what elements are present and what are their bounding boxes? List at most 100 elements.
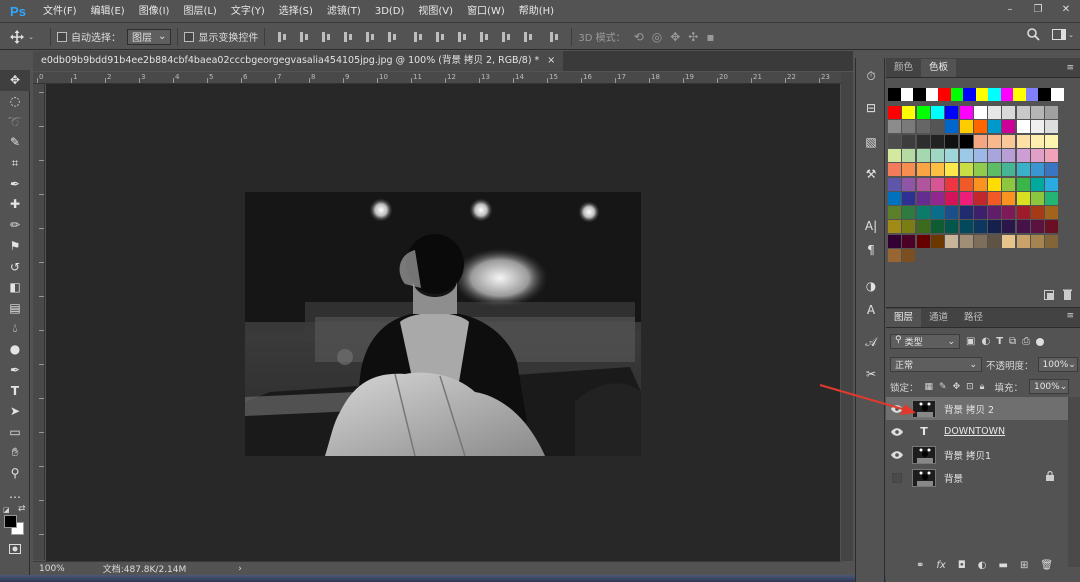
color-swatch[interactable] xyxy=(988,134,1002,148)
color-swatch[interactable] xyxy=(1031,134,1044,148)
close-tab-icon[interactable]: × xyxy=(547,51,555,71)
color-swatch[interactable] xyxy=(988,191,1002,205)
fill-field[interactable]: 100% ⌄ xyxy=(1028,379,1069,394)
color-swatch[interactable] xyxy=(1016,163,1030,177)
filter-adjustment-icon[interactable]: ◐ xyxy=(981,336,990,347)
color-swatch[interactable] xyxy=(945,106,959,119)
color-swatch[interactable] xyxy=(945,191,959,205)
color-swatch[interactable] xyxy=(902,191,916,205)
color-swatch[interactable] xyxy=(959,134,973,148)
character-styles-icon[interactable]: A xyxy=(856,298,886,322)
properties-icon[interactable]: ⊟ xyxy=(856,96,886,120)
menu-layer[interactable]: 图层(L) xyxy=(176,0,223,23)
color-swatch[interactable] xyxy=(1031,106,1044,119)
color-swatch[interactable] xyxy=(916,148,930,162)
color-swatch[interactable] xyxy=(916,106,930,119)
document-tab[interactable]: e0db09b9bdd91b4ee2b884cbf4baea02cccbgeor… xyxy=(33,51,564,71)
color-swatch[interactable] xyxy=(930,191,944,205)
menu-filter[interactable]: 滤镜(T) xyxy=(320,0,368,23)
color-swatch[interactable] xyxy=(963,88,976,101)
color-swatch[interactable] xyxy=(973,120,987,134)
color-swatch[interactable] xyxy=(900,88,914,101)
layer-filter-dropdown[interactable]: ⚲ 类型 ⌄ xyxy=(890,334,960,349)
folder-icon[interactable]: ▬ xyxy=(999,560,1008,571)
color-swatch[interactable] xyxy=(973,134,987,148)
history-icon[interactable]: ⏱ xyxy=(856,64,886,88)
color-swatch[interactable] xyxy=(973,234,987,248)
color-swatch[interactable] xyxy=(1031,148,1044,162)
blur-tool-icon[interactable]: 💧︎ xyxy=(0,318,30,339)
tab-color[interactable]: 颜色 xyxy=(886,59,921,77)
color-swatch[interactable] xyxy=(1045,163,1059,177)
color-swatch[interactable] xyxy=(1045,206,1059,220)
color-swatch[interactable] xyxy=(1050,88,1064,101)
close-button[interactable]: ✕ xyxy=(1052,0,1080,18)
color-swatch[interactable] xyxy=(1016,220,1030,234)
color-swatch[interactable] xyxy=(930,120,944,134)
color-swatch[interactable] xyxy=(888,206,901,220)
color-swatch[interactable] xyxy=(888,249,901,262)
color-swatch[interactable] xyxy=(959,148,973,162)
color-swatch[interactable] xyxy=(902,134,916,148)
color-swatch[interactable] xyxy=(888,234,901,248)
color-swatch[interactable] xyxy=(945,177,959,191)
menu-help[interactable]: 帮助(H) xyxy=(512,0,561,23)
pen-tool-icon[interactable]: ✒ xyxy=(0,360,30,381)
menu-3d[interactable]: 3D(D) xyxy=(368,0,412,23)
color-swatch[interactable] xyxy=(1038,88,1051,101)
color-swatch[interactable] xyxy=(1031,220,1044,234)
auto-align-icon[interactable] xyxy=(547,30,561,44)
clone-source-icon[interactable]: ⚒ xyxy=(856,162,886,186)
color-swatch[interactable] xyxy=(988,220,1002,234)
brush-tool-icon[interactable]: ✏ xyxy=(0,215,30,236)
color-swatch[interactable] xyxy=(902,163,916,177)
distribute-vcenter-icon[interactable] xyxy=(433,30,447,44)
color-swatch[interactable] xyxy=(1002,191,1016,205)
color-swatch[interactable] xyxy=(902,120,916,134)
color-swatch[interactable] xyxy=(988,163,1002,177)
color-swatch[interactable] xyxy=(988,234,1002,248)
lock-all-icon[interactable]: 🔒︎ xyxy=(980,382,985,392)
color-swatch[interactable] xyxy=(1016,148,1030,162)
color-swatch[interactable] xyxy=(916,134,930,148)
color-swatch[interactable] xyxy=(1002,177,1016,191)
distribute-hcenter-icon[interactable] xyxy=(499,30,513,44)
layers-scrollbar[interactable] xyxy=(1068,397,1080,567)
type-tool-icon[interactable]: T xyxy=(0,380,30,401)
path-select-tool-icon[interactable]: ➤ xyxy=(0,401,30,422)
color-swatch[interactable] xyxy=(1025,88,1039,101)
color-swatch[interactable] xyxy=(902,249,916,262)
document-image[interactable] xyxy=(245,192,641,456)
color-swatch[interactable] xyxy=(930,206,944,220)
color-swatch[interactable] xyxy=(888,177,901,191)
color-swatch[interactable] xyxy=(959,234,973,248)
move-tool-icon[interactable]: ✥ xyxy=(0,70,30,91)
menu-type[interactable]: 文字(Y) xyxy=(224,0,272,23)
color-swatch[interactable] xyxy=(888,163,901,177)
color-swatch[interactable] xyxy=(902,106,916,119)
more-tools-icon[interactable]: … xyxy=(0,484,30,505)
zoom-tool-icon[interactable]: ⚲ xyxy=(0,463,30,484)
document-size[interactable]: 文档:487.8K/2.14M xyxy=(103,562,187,575)
color-swatch[interactable] xyxy=(1002,134,1016,148)
color-swatch[interactable] xyxy=(1045,134,1059,148)
color-swatch[interactable] xyxy=(1013,88,1026,101)
color-swatch[interactable] xyxy=(916,234,930,248)
align-left-icon[interactable] xyxy=(341,30,355,44)
color-swatch[interactable] xyxy=(930,177,944,191)
color-swatch[interactable] xyxy=(888,220,901,234)
color-swatch[interactable] xyxy=(913,88,926,101)
menu-window[interactable]: 窗口(W) xyxy=(460,0,512,23)
blend-mode-dropdown[interactable]: 正常 ⌄ xyxy=(890,357,982,372)
color-swatch[interactable] xyxy=(988,106,1002,119)
quick-select-tool-icon[interactable]: ✎ xyxy=(0,132,30,153)
menu-edit[interactable]: 编辑(E) xyxy=(84,0,132,23)
color-swatch[interactable] xyxy=(973,220,987,234)
color-swatch[interactable] xyxy=(1002,148,1016,162)
foreground-background-colors[interactable]: ◪ ⇄ xyxy=(0,504,29,538)
menu-image[interactable]: 图像(I) xyxy=(132,0,177,23)
adjustment-icon[interactable]: ◐ xyxy=(978,560,987,571)
color-swatch[interactable] xyxy=(973,177,987,191)
color-swatch[interactable] xyxy=(945,148,959,162)
character-icon[interactable]: A| xyxy=(856,214,886,238)
